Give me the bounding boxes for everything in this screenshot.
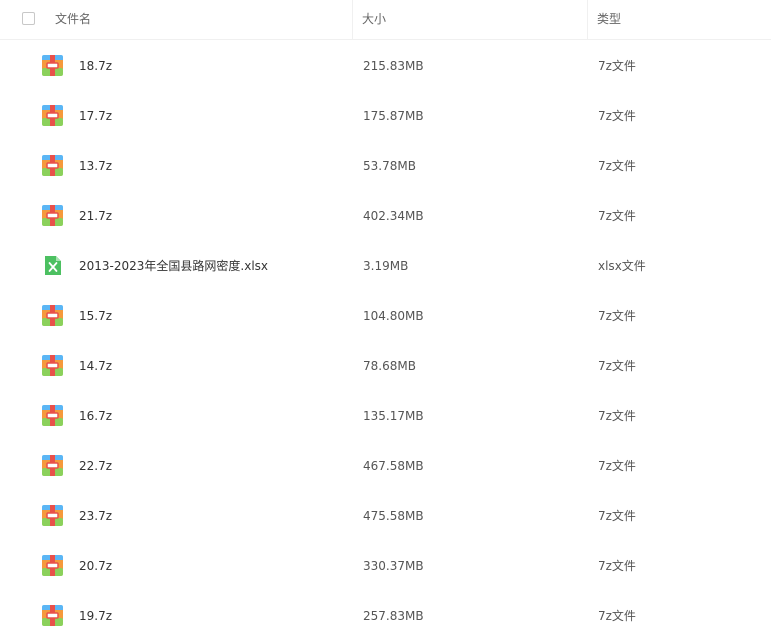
file-size: 475.58MB: [363, 509, 424, 523]
file-list: 文件名 大小 类型 18.7z 215.83MB 7z文件 17.7z 175.…: [0, 0, 771, 642]
file-type: 7z文件: [598, 559, 636, 573]
file-size: 175.87MB: [363, 109, 424, 123]
file-row[interactable]: 15.7z 104.80MB 7z文件: [0, 290, 771, 340]
file-row[interactable]: 18.7z 215.83MB 7z文件: [0, 40, 771, 90]
column-header-name[interactable]: 文件名: [55, 0, 91, 39]
file-name[interactable]: 15.7z: [79, 290, 112, 342]
file-size: 104.80MB: [363, 309, 424, 323]
archive-icon: [42, 305, 63, 326]
file-type: 7z文件: [598, 409, 636, 423]
file-row[interactable]: 13.7z 53.78MB 7z文件: [0, 140, 771, 190]
file-name[interactable]: 21.7z: [79, 190, 112, 242]
file-size: 53.78MB: [363, 159, 416, 173]
file-row[interactable]: 16.7z 135.17MB 7z文件: [0, 390, 771, 440]
select-all-checkbox[interactable]: [22, 12, 35, 25]
file-type: 7z文件: [598, 209, 636, 223]
file-name[interactable]: 23.7z: [79, 490, 112, 542]
file-name[interactable]: 14.7z: [79, 340, 112, 392]
file-size: 215.83MB: [363, 59, 424, 73]
file-size: 78.68MB: [363, 359, 416, 373]
file-rows: 18.7z 215.83MB 7z文件 17.7z 175.87MB 7z文件 …: [0, 40, 771, 640]
file-name[interactable]: 18.7z: [79, 40, 112, 92]
column-divider[interactable]: [352, 0, 353, 39]
column-divider[interactable]: [587, 0, 588, 39]
file-type: 7z文件: [598, 59, 636, 73]
file-name[interactable]: 22.7z: [79, 440, 112, 492]
file-row[interactable]: 21.7z 402.34MB 7z文件: [0, 190, 771, 240]
file-row[interactable]: 23.7z 475.58MB 7z文件: [0, 490, 771, 540]
file-size: 3.19MB: [363, 259, 409, 273]
archive-icon: [42, 55, 63, 76]
file-row[interactable]: 17.7z 175.87MB 7z文件: [0, 90, 771, 140]
file-name[interactable]: 17.7z: [79, 90, 112, 142]
file-type: 7z文件: [598, 309, 636, 323]
file-list-header: 文件名 大小 类型: [0, 0, 771, 40]
file-row[interactable]: 2013-2023年全国县路网密度.xlsx 3.19MB xlsx文件: [0, 240, 771, 290]
file-name[interactable]: 2013-2023年全国县路网密度.xlsx: [79, 240, 268, 292]
excel-icon: [42, 255, 63, 276]
file-type: 7z文件: [598, 109, 636, 123]
file-type: 7z文件: [598, 159, 636, 173]
file-name[interactable]: 20.7z: [79, 540, 112, 592]
file-type: 7z文件: [598, 609, 636, 623]
file-row[interactable]: 20.7z 330.37MB 7z文件: [0, 540, 771, 590]
file-row[interactable]: 14.7z 78.68MB 7z文件: [0, 340, 771, 390]
column-header-type[interactable]: 类型: [597, 0, 621, 39]
file-size: 330.37MB: [363, 559, 424, 573]
archive-icon: [42, 555, 63, 576]
archive-icon: [42, 155, 63, 176]
archive-icon: [42, 405, 63, 426]
column-header-size[interactable]: 大小: [362, 0, 386, 39]
archive-icon: [42, 105, 63, 126]
file-size: 467.58MB: [363, 459, 424, 473]
file-type: 7z文件: [598, 459, 636, 473]
file-size: 402.34MB: [363, 209, 424, 223]
archive-icon: [42, 455, 63, 476]
archive-icon: [42, 205, 63, 226]
file-row[interactable]: 22.7z 467.58MB 7z文件: [0, 440, 771, 490]
file-size: 257.83MB: [363, 609, 424, 623]
file-size: 135.17MB: [363, 409, 424, 423]
file-name[interactable]: 13.7z: [79, 140, 112, 192]
archive-icon: [42, 505, 63, 526]
file-type: 7z文件: [598, 509, 636, 523]
file-row[interactable]: 19.7z 257.83MB 7z文件: [0, 590, 771, 640]
archive-icon: [42, 355, 63, 376]
file-name[interactable]: 19.7z: [79, 590, 112, 642]
file-type: 7z文件: [598, 359, 636, 373]
file-type: xlsx文件: [598, 259, 646, 273]
file-name[interactable]: 16.7z: [79, 390, 112, 442]
archive-icon: [42, 605, 63, 626]
